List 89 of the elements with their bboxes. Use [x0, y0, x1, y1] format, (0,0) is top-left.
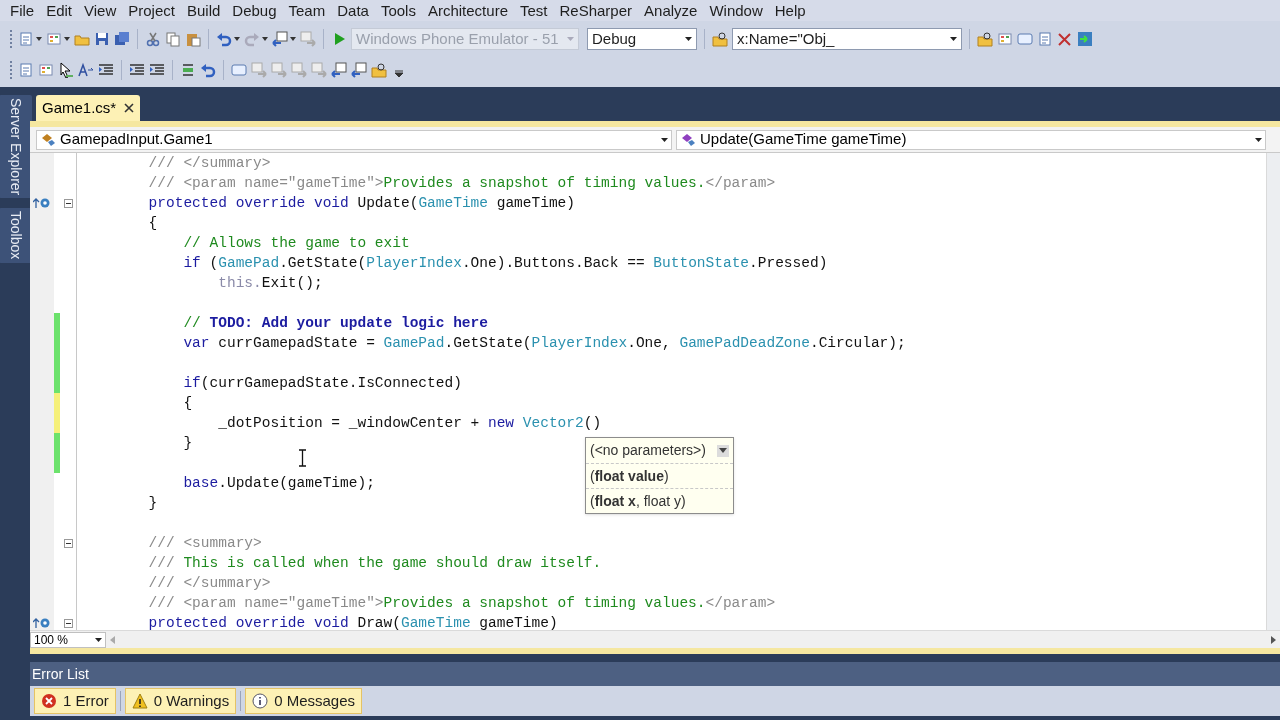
code-line: /// <param name="gameTime">Provides a snapshot of timing values.</param>: [147, 174, 776, 193]
override-marker-icon[interactable]: [33, 617, 51, 629]
side-tab[interactable]: Server Explorer: [0, 95, 32, 199]
dropdown-arrow-icon[interactable]: [661, 137, 668, 142]
text-icon[interactable]: [78, 62, 94, 78]
info-icon: [252, 693, 269, 709]
close-icon[interactable]: [124, 103, 135, 113]
code-line: if(currGamepadState.IsConnected): [182, 374, 462, 393]
code-line: protected override void Update(GameTime gameTime): [147, 194, 575, 213]
menu-item[interactable]: Window: [703, 0, 769, 21]
menu-item[interactable]: Tools: [374, 0, 422, 21]
code-line: protected override void Draw(GameTime gameTime): [147, 614, 558, 630]
caret-icon[interactable]: [290, 37, 296, 41]
caret-icon[interactable]: [262, 37, 268, 41]
class-icon: [680, 131, 696, 148]
code-line: {: [182, 394, 193, 413]
dropdown-arrow-icon[interactable]: [1255, 137, 1262, 142]
panel-title: Error List: [32, 664, 89, 684]
class-icon: [40, 131, 56, 148]
dropdown-arrow-icon[interactable]: [950, 37, 957, 41]
navigate-back-icon[interactable]: [272, 31, 288, 47]
find-icon[interactable]: [977, 31, 993, 47]
menu-item[interactable]: Project: [122, 0, 181, 21]
code-line: // Allows the game to exit: [182, 234, 410, 253]
code-line: }: [182, 434, 193, 453]
code-line: // TODO: Add your update logic here: [182, 314, 488, 333]
caret-icon[interactable]: [64, 37, 70, 41]
side-tab[interactable]: Toolbox: [0, 208, 32, 263]
undo-icon[interactable]: [216, 31, 232, 47]
document-tab[interactable]: Game1.cs*: [36, 95, 141, 121]
code-line: }: [147, 494, 158, 513]
vertical-scrollbar[interactable]: [1266, 153, 1280, 630]
cursor-icon[interactable]: [58, 62, 74, 78]
parameter-overload[interactable]: (<no parameters>): [590, 440, 706, 461]
scroll-right-icon[interactable]: [1271, 635, 1276, 644]
menu-item[interactable]: Test: [514, 0, 554, 21]
paste-icon[interactable]: [185, 31, 201, 47]
collapse-icon[interactable]: [63, 198, 73, 208]
menu-item[interactable]: View: [78, 0, 123, 21]
menu-item[interactable]: Debug: [226, 0, 283, 21]
parameter-overload[interactable]: (float value): [590, 465, 669, 487]
scissors-icon[interactable]: [145, 31, 161, 47]
member-combo[interactable]: Update(GameTime gameTime): [676, 129, 1266, 150]
code-line: /// </summary>: [147, 154, 271, 173]
caret-icon[interactable]: [234, 37, 240, 41]
menu-item[interactable]: Analyze: [638, 0, 704, 21]
configuration-combo[interactable]: Debug: [587, 28, 697, 50]
parameter-overload[interactable]: (float x, float y): [590, 490, 686, 512]
caret-icon[interactable]: [36, 37, 42, 41]
find-combo[interactable]: x:Name="Obj_: [732, 28, 962, 50]
warning-icon: [131, 693, 148, 709]
code-line: var currGamepadState = GamePad.GetState(PlayerIndex.One, GamePadDeadZone.Circular);: [182, 334, 906, 353]
copy-icon[interactable]: [165, 31, 181, 47]
zoom-combo[interactable]: 100 %: [30, 631, 106, 648]
menu-item[interactable]: Data: [331, 0, 375, 21]
code-line: /// </summary>: [147, 574, 271, 593]
menu-item[interactable]: ReSharper: [553, 0, 639, 21]
filter-toggle[interactable]: 0 Warnings: [124, 688, 237, 714]
menu-item[interactable]: Architecture: [421, 0, 514, 21]
type-combo[interactable]: GamepadInput.Game1: [36, 129, 672, 150]
menu-item[interactable]: File: [4, 0, 41, 21]
override-marker-icon[interactable]: [33, 197, 51, 209]
code-line: /// This is called when the game should draw itself.: [147, 554, 602, 573]
filter-toggle[interactable]: 0 Messages: [245, 688, 363, 714]
menu-item[interactable]: Team: [282, 0, 332, 21]
dropdown-arrow-icon[interactable]: [95, 637, 102, 642]
overload-dropdown-button[interactable]: [717, 444, 729, 457]
code-line: base.Update(gameTime);: [182, 474, 375, 493]
code-line: /// <param name="gameTime">Provides a snapshot of timing values.</param>: [147, 594, 776, 613]
code-line: this.Exit();: [217, 274, 323, 293]
code-line: /// <summary>: [147, 534, 262, 553]
collapse-icon[interactable]: [63, 618, 73, 628]
menu-item[interactable]: Build: [180, 0, 227, 21]
code-line: {: [147, 214, 158, 233]
dropdown-arrow-icon[interactable]: [685, 37, 692, 41]
indent-icon[interactable]: [149, 62, 165, 78]
menu-item[interactable]: Edit: [40, 0, 79, 21]
find-in-files-icon[interactable]: [712, 31, 728, 47]
save-all-icon[interactable]: [114, 31, 130, 47]
code-line: _dotPosition = _windowCenter + new Vector2(): [217, 414, 602, 433]
code-line: if (GamePad.GetState(PlayerIndex.One).Buttons.Back == ButtonState.Pressed): [182, 254, 828, 273]
dropdown-arrow-icon[interactable]: [719, 448, 727, 453]
text-cursor-icon: [298, 449, 307, 467]
filter-toggle[interactable]: 1 Error: [34, 688, 116, 714]
save-icon[interactable]: [94, 31, 110, 47]
error-icon: [41, 693, 57, 709]
collapse-icon[interactable]: [63, 538, 73, 548]
menu-item[interactable]: Help: [768, 0, 812, 21]
arrow-left-icon[interactable]: [331, 62, 347, 78]
